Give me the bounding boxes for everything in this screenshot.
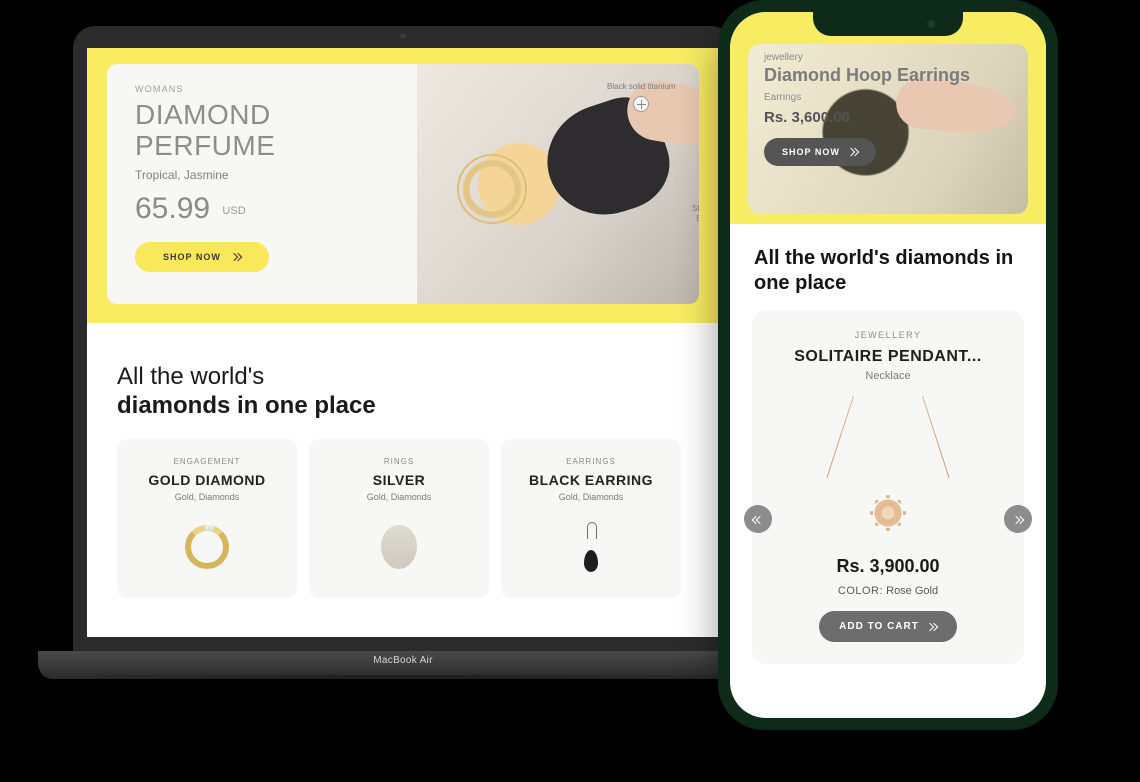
phone-notch-icon [813, 12, 963, 36]
product-card[interactable]: RINGS SILVER Gold, Diamonds [309, 439, 489, 598]
chevrons-right-icon [927, 623, 937, 631]
product-meta: Gold, Diamonds [511, 492, 671, 502]
chevrons-left-icon [753, 516, 763, 524]
product-row: ENGAGEMENT GOLD DIAMOND Gold, Diamonds R… [87, 439, 719, 618]
product-name: BLACK EARRING [511, 472, 671, 488]
shop-now-button[interactable]: SHOP NOW [135, 242, 269, 272]
hero-currency: USD [222, 205, 245, 217]
product-tag: EARRINGS [511, 457, 671, 466]
hero-category: WOMANS [135, 84, 347, 94]
mobile-hero-title: Diamond Hoop Earrings [764, 65, 1016, 86]
hero-band: WOMANS DIAMOND PERFUME Tropical, Jasmine… [87, 48, 719, 323]
hero-image-area: Black solid titanium Stainless Border [347, 64, 699, 304]
diamond-ring-icon [457, 154, 527, 224]
hero-title: DIAMOND PERFUME [135, 100, 347, 162]
hero-callout-1[interactable]: Black solid titanium [607, 82, 675, 112]
chevrons-right-icon [231, 253, 241, 261]
phone-screen: jewellery Diamond Hoop Earrings Earrings… [730, 12, 1046, 718]
hero-title-line2: PERFUME [135, 130, 275, 161]
hero-callout-2[interactable]: Stainless Border [692, 184, 699, 223]
hero-title-line1: DIAMOND [135, 99, 271, 130]
product-card[interactable]: ENGAGEMENT GOLD DIAMOND Gold, Diamonds [117, 439, 297, 598]
product-image [319, 512, 479, 582]
mobile-hero-price: Rs. 3,600.00 [764, 109, 1016, 126]
mobile-product-price: Rs. 3,900.00 [770, 556, 1006, 577]
shop-now-label: SHOP NOW [163, 252, 221, 262]
laptop-screen: WOMANS DIAMOND PERFUME Tropical, Jasmine… [73, 26, 733, 651]
product-tag: ENGAGEMENT [127, 457, 287, 466]
mobile-product-card: JEWELLERY SOLITAIRE PENDANT... Necklace … [752, 310, 1024, 664]
chevrons-right-icon [848, 148, 858, 156]
mobile-section-heading: All the world's diamonds in one place [730, 224, 1046, 306]
section-heading-line1: All the world's [117, 363, 264, 390]
hero-subtitle: Tropical, Jasmine [135, 168, 347, 182]
necklace-chain-icon [823, 396, 953, 486]
mobile-color-line: COLOR: Rose Gold [770, 585, 1006, 597]
product-name: SILVER [319, 472, 479, 488]
product-image [511, 512, 671, 582]
section-heading: All the world's diamonds in one place [87, 323, 719, 439]
laptop-page: WOMANS DIAMOND PERFUME Tropical, Jasmine… [87, 48, 719, 637]
mobile-hero-text: jewellery Diamond Hoop Earrings Earrings… [764, 52, 1016, 166]
hero-price-value: 65.99 [135, 192, 210, 225]
product-meta: Gold, Diamonds [127, 492, 287, 502]
mobile-hero: jewellery Diamond Hoop Earrings Earrings… [730, 12, 1046, 224]
pendant-icon [873, 498, 903, 528]
laptop-base: MacBook Air [38, 651, 768, 679]
carousel-next-button[interactable] [1004, 505, 1032, 533]
mobile-product-tag: JEWELLERY [770, 330, 1006, 340]
section-heading-line2: diamonds in one place [117, 392, 376, 419]
product-name: GOLD DIAMOND [127, 472, 287, 488]
mobile-hero-subtitle: Earrings [764, 92, 1016, 103]
product-image [127, 512, 287, 582]
laptop-camera-icon [400, 33, 406, 39]
product-tag: RINGS [319, 457, 479, 466]
black-earring-icon [584, 522, 598, 572]
hero-text: WOMANS DIAMOND PERFUME Tropical, Jasmine… [107, 64, 347, 304]
mobile-product-name: SOLITAIRE PENDANT... [770, 348, 1006, 366]
product-card[interactable]: EARRINGS BLACK EARRING Gold, Diamonds [501, 439, 681, 598]
plus-circle-icon [633, 96, 649, 112]
carousel-prev-button[interactable] [744, 505, 772, 533]
hero-price: 65.99 USD [135, 192, 347, 226]
phone-mockup: jewellery Diamond Hoop Earrings Earrings… [718, 0, 1058, 730]
callout-2-text: Stainless Border [692, 204, 699, 223]
laptop-mockup: WOMANS DIAMOND PERFUME Tropical, Jasmine… [38, 26, 768, 679]
mobile-shop-now-button[interactable]: SHOP NOW [764, 138, 876, 166]
product-meta: Gold, Diamonds [319, 492, 479, 502]
mobile-product-image [823, 396, 953, 546]
gold-ring-icon [185, 525, 229, 569]
mobile-product-meta: Necklace [770, 370, 1006, 382]
mobile-shop-now-label: SHOP NOW [782, 147, 840, 157]
add-to-cart-button[interactable]: ADD TO CART [819, 611, 957, 642]
silver-ring-icon [381, 525, 417, 569]
color-value: Rose Gold [886, 585, 938, 597]
hero-card: WOMANS DIAMOND PERFUME Tropical, Jasmine… [107, 64, 699, 304]
callout-1-text: Black solid titanium [607, 82, 675, 91]
add-to-cart-label: ADD TO CART [839, 621, 919, 632]
mobile-hero-eyebrow: jewellery [764, 52, 1016, 63]
chevrons-right-icon [1013, 516, 1023, 524]
device-label: MacBook Air [38, 655, 768, 666]
color-label: COLOR: [838, 585, 883, 597]
